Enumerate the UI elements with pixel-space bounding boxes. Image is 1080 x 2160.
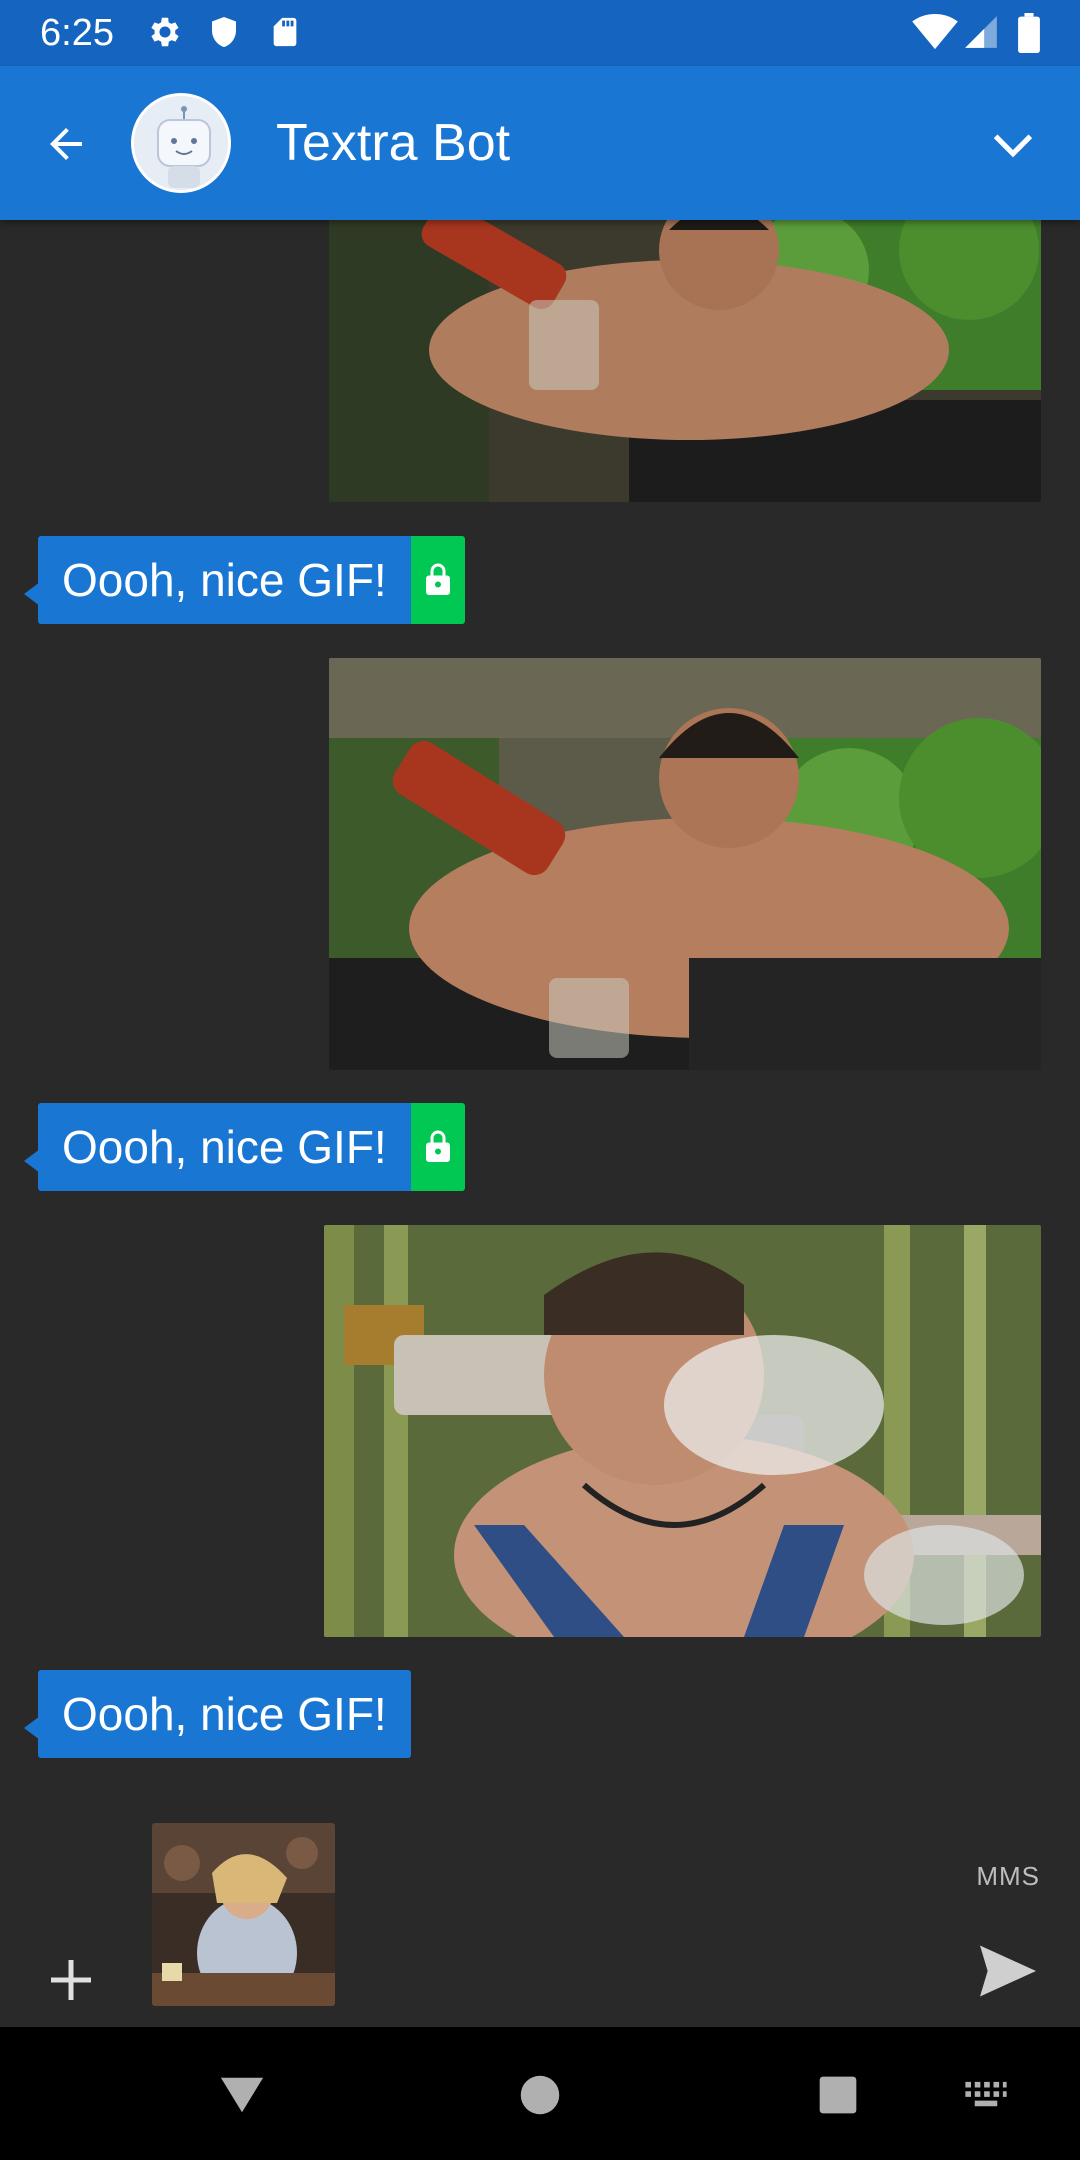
sd-card-icon — [268, 13, 302, 55]
contact-avatar[interactable] — [131, 93, 231, 193]
bubble-tail — [24, 582, 40, 606]
gif-thumbnail-image — [152, 1823, 335, 2006]
conversation-menu-button[interactable] — [978, 110, 1048, 180]
conversation-title[interactable]: Textra Bot — [276, 108, 510, 178]
settings-icon — [146, 13, 184, 55]
status-time: 6:25 — [40, 12, 114, 54]
encryption-indicator — [410, 1103, 465, 1191]
message-bubble[interactable]: Oooh, nice GIF! — [24, 1670, 411, 1758]
lock-icon — [425, 563, 450, 595]
square-recents-icon — [819, 2076, 857, 2114]
gif-message[interactable] — [324, 1225, 1041, 1637]
message-text: Oooh, nice GIF! — [38, 536, 411, 624]
keyboard-icon — [965, 2081, 1007, 2107]
chevron-down-icon — [993, 134, 1033, 158]
battery-icon — [1018, 13, 1040, 57]
arrow-back-icon — [50, 128, 82, 160]
message-text: Oooh, nice GIF! — [38, 1103, 411, 1191]
robot-icon — [134, 96, 228, 190]
attachment-thumbnail[interactable] — [152, 1823, 335, 2006]
gif-message[interactable] — [329, 658, 1041, 1070]
mms-indicator: MMS — [976, 1861, 1040, 1891]
gif-pouring-drink-image — [329, 220, 1041, 502]
nav-home-button[interactable] — [500, 2055, 580, 2135]
keyboard-switch-button[interactable] — [946, 2055, 1026, 2135]
triangle-back-icon — [220, 2077, 264, 2113]
shield-icon — [206, 13, 242, 55]
signal-icon — [962, 13, 1000, 55]
bubble-tail — [24, 1149, 40, 1173]
gif-pouring-drink-image — [329, 658, 1041, 1070]
message-bubble[interactable]: Oooh, nice GIF! — [24, 536, 465, 624]
wifi-icon — [912, 13, 958, 55]
add-attachment-button[interactable] — [36, 1945, 106, 2015]
system-navigation-bar — [0, 2027, 1080, 2160]
gif-blowing-smoke-image — [324, 1225, 1041, 1637]
encryption-indicator — [410, 536, 465, 624]
plus-icon — [51, 1960, 91, 2000]
message-bubble[interactable]: Oooh, nice GIF! — [24, 1103, 465, 1191]
nav-back-button[interactable] — [202, 2055, 282, 2135]
compose-area: MMS — [0, 1795, 1080, 2027]
nav-recents-button[interactable] — [798, 2055, 878, 2135]
gif-message[interactable] — [329, 220, 1041, 502]
message-list[interactable]: Oooh, nice GIF! Oooh, nice GIF! Oooh, ni… — [0, 220, 1080, 1795]
status-bar: 6:25 — [0, 0, 1080, 66]
bubble-tail — [24, 1716, 40, 1740]
send-button[interactable] — [972, 1935, 1044, 2007]
back-button[interactable] — [32, 110, 100, 178]
message-text: Oooh, nice GIF! — [38, 1670, 411, 1758]
circle-home-icon — [520, 2075, 560, 2115]
lock-icon — [425, 1130, 450, 1162]
send-icon — [980, 1945, 1036, 1997]
conversation-toolbar: Textra Bot — [0, 66, 1080, 220]
